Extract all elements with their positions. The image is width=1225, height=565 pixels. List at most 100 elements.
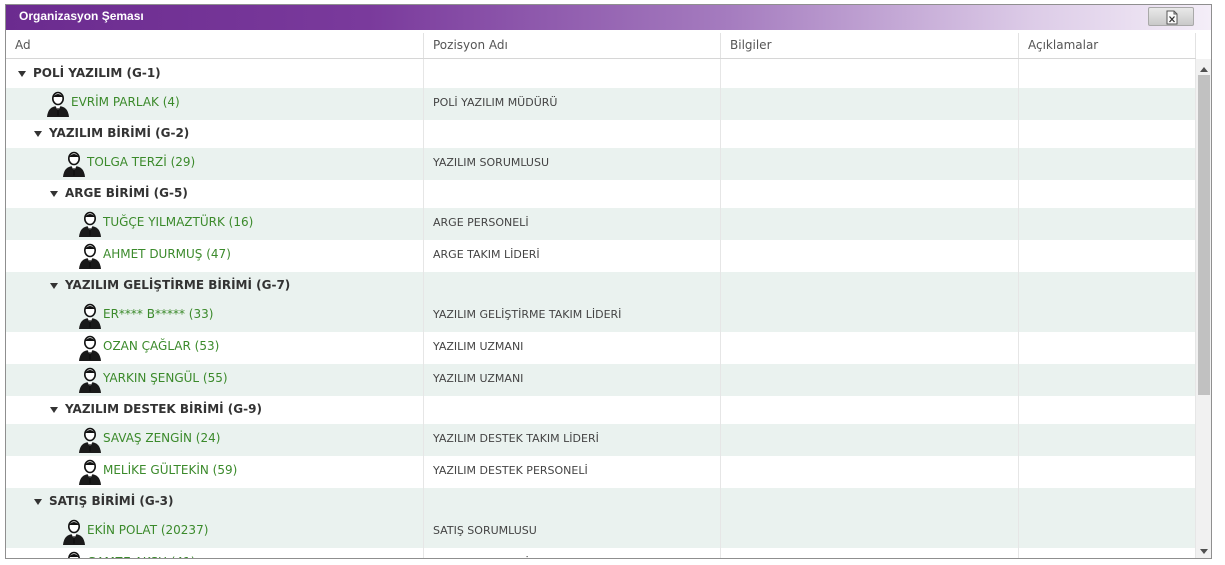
user-avatar-icon <box>78 459 102 489</box>
group-label: YAZILIM GELİŞTİRME BİRİMİ (G-7) <box>65 278 291 292</box>
user-avatar-icon <box>62 151 86 181</box>
user-avatar-icon <box>78 211 102 241</box>
person-name-link[interactable]: TUĞÇE YILMAZTÜRK (16) <box>103 215 253 229</box>
table-row[interactable]: ER**** B***** (33) YAZILIM GELİŞTİRME TAK… <box>6 300 1196 332</box>
position-name: YAZILIM UZMANI <box>433 340 524 353</box>
column-header-pozisyon-adi[interactable]: Pozisyon Adı <box>424 33 721 58</box>
collapse-toggle-icon[interactable] <box>34 499 42 505</box>
cell-aciklamalar <box>1019 364 1196 396</box>
user-avatar-icon <box>62 551 86 558</box>
cell-aciklamalar <box>1019 488 1196 516</box>
cell-pozisyon-adi: YAZILIM GELİŞTİRME TAKIM LİDERİ <box>424 300 721 332</box>
person-name-link[interactable]: OZAN ÇAĞLAR (53) <box>103 339 219 353</box>
scrollbar-thumb[interactable] <box>1198 75 1210 395</box>
table-row[interactable]: TOLGA TERZİ (29) YAZILIM SORUMLUSU <box>6 148 1196 180</box>
table-row[interactable]: OZAN ÇAĞLAR (53) YAZILIM UZMANI <box>6 332 1196 364</box>
column-header-aciklamalar[interactable]: Açıklamalar <box>1019 33 1196 58</box>
cell-ad: YAZILIM DESTEK BİRİMİ (G-9) <box>6 396 424 424</box>
panel-title: Organizasyon Şeması <box>19 9 144 23</box>
cell-ad: GAMZE AKSU (41) <box>6 548 424 558</box>
cell-aciklamalar <box>1019 300 1196 332</box>
cell-aciklamalar <box>1019 120 1196 148</box>
cell-aciklamalar <box>1019 516 1196 548</box>
group-row[interactable]: SATIŞ BİRİMİ (G-3) <box>6 488 1196 516</box>
cell-pozisyon-adi: ARGE TAKIM LİDERİ <box>424 240 721 272</box>
table-row[interactable]: YARKIN ŞENGÜL (55) YAZILIM UZMANI <box>6 364 1196 396</box>
group-row[interactable]: POLİ YAZILIM (G-1) <box>6 59 1196 88</box>
cell-bilgiler <box>721 516 1019 548</box>
person-name-link[interactable]: MELİKE GÜLTEKİN (59) <box>103 463 237 477</box>
cell-aciklamalar <box>1019 332 1196 364</box>
table-row[interactable]: MELİKE GÜLTEKİN (59) YAZILIM DESTEK PERSO… <box>6 456 1196 488</box>
person-name-link[interactable]: TOLGA TERZİ (29) <box>87 155 195 169</box>
position-name: YAZILIM UZMANI <box>433 372 524 385</box>
cell-pozisyon-adi: YAZILIM DESTEK PERSONELİ <box>424 456 721 488</box>
person-name-link[interactable]: EKİN POLAT (20237) <box>87 523 208 537</box>
cell-bilgiler <box>721 208 1019 240</box>
group-row[interactable]: YAZILIM GELİŞTİRME BİRİMİ (G-7) <box>6 272 1196 300</box>
table-row[interactable]: SAVAŞ ZENGİN (24) YAZILIM DESTEK TAKIM Lİ… <box>6 424 1196 456</box>
position-name: ARGE TAKIM LİDERİ <box>433 248 540 261</box>
cell-ad: OZAN ÇAĞLAR (53) <box>6 332 424 364</box>
cell-aciklamalar <box>1019 396 1196 424</box>
group-row[interactable]: YAZILIM DESTEK BİRİMİ (G-9) <box>6 396 1196 424</box>
table-row[interactable]: TUĞÇE YILMAZTÜRK (16) ARGE PERSONELİ <box>6 208 1196 240</box>
cell-aciklamalar <box>1019 548 1196 558</box>
cell-aciklamalar <box>1019 180 1196 208</box>
table-row[interactable]: GAMZE AKSU (41) SATIŞ PERSONELİ <box>6 548 1196 558</box>
person-name-link[interactable]: YARKIN ŞENGÜL (55) <box>103 371 228 385</box>
group-label: YAZILIM DESTEK BİRİMİ (G-9) <box>65 402 262 416</box>
collapse-toggle-icon[interactable] <box>34 131 42 137</box>
cell-bilgiler <box>721 364 1019 396</box>
collapse-toggle-icon[interactable] <box>50 283 58 289</box>
collapse-toggle-icon[interactable] <box>50 407 58 413</box>
person-name-link[interactable]: SAVAŞ ZENGİN (24) <box>103 431 220 445</box>
cell-ad: YARKIN ŞENGÜL (55) <box>6 364 424 396</box>
cell-pozisyon-adi <box>424 120 721 148</box>
scroll-up-arrow-icon[interactable] <box>1200 67 1208 72</box>
person-name-link[interactable]: AHMET DURMUŞ (47) <box>103 247 231 261</box>
collapse-toggle-icon[interactable] <box>50 191 58 197</box>
person-name-link[interactable]: ER**** B***** (33) <box>103 307 213 321</box>
cell-bilgiler <box>721 240 1019 272</box>
cell-ad: EVRİM PARLAK (4) <box>6 88 424 120</box>
cell-ad: TUĞÇE YILMAZTÜRK (16) <box>6 208 424 240</box>
cell-ad: ARGE BİRİMİ (G-5) <box>6 180 424 208</box>
table-row[interactable]: AHMET DURMUŞ (47) ARGE TAKIM LİDERİ <box>6 240 1196 272</box>
excel-export-icon <box>1166 10 1178 25</box>
user-avatar-icon <box>78 303 102 333</box>
cell-bilgiler <box>721 396 1019 424</box>
group-label: YAZILIM BİRİMİ (G-2) <box>49 126 190 140</box>
cell-aciklamalar <box>1019 240 1196 272</box>
column-header-bilgiler[interactable]: Bilgiler <box>721 33 1019 58</box>
excel-export-button[interactable] <box>1148 7 1194 26</box>
cell-ad: EKİN POLAT (20237) <box>6 516 424 548</box>
cell-aciklamalar <box>1019 208 1196 240</box>
cell-bilgiler <box>721 332 1019 364</box>
table-row[interactable]: EKİN POLAT (20237) SATIŞ SORUMLUSU <box>6 516 1196 548</box>
cell-aciklamalar <box>1019 456 1196 488</box>
person-name-link[interactable]: GAMZE AKSU (41) <box>87 555 195 558</box>
cell-ad: SAVAŞ ZENGİN (24) <box>6 424 424 456</box>
collapse-toggle-icon[interactable] <box>18 70 26 77</box>
cell-bilgiler <box>721 488 1019 516</box>
cell-pozisyon-adi <box>424 488 721 516</box>
cell-bilgiler <box>721 148 1019 180</box>
scroll-down-arrow-icon[interactable] <box>1200 549 1208 554</box>
cell-bilgiler <box>721 272 1019 300</box>
position-name: YAZILIM DESTEK TAKIM LİDERİ <box>433 432 599 445</box>
cell-ad: YAZILIM GELİŞTİRME BİRİMİ (G-7) <box>6 272 424 300</box>
cell-pozisyon-adi: YAZILIM UZMANI <box>424 332 721 364</box>
position-name: ARGE PERSONELİ <box>433 216 529 229</box>
group-row[interactable]: ARGE BİRİMİ (G-5) <box>6 180 1196 208</box>
table-row[interactable]: EVRİM PARLAK (4) POLİ YAZILIM MÜDÜRÜ <box>6 88 1196 120</box>
cell-bilgiler <box>721 180 1019 208</box>
table-header: Ad Pozisyon Adı Bilgiler Açıklamalar <box>6 33 1196 59</box>
group-row[interactable]: YAZILIM BİRİMİ (G-2) <box>6 120 1196 148</box>
cell-bilgiler <box>721 456 1019 488</box>
vertical-scrollbar[interactable] <box>1196 59 1211 558</box>
person-name-link[interactable]: EVRİM PARLAK (4) <box>71 95 180 109</box>
user-avatar-icon <box>78 427 102 457</box>
column-header-ad[interactable]: Ad <box>6 33 424 58</box>
cell-bilgiler <box>721 59 1019 88</box>
